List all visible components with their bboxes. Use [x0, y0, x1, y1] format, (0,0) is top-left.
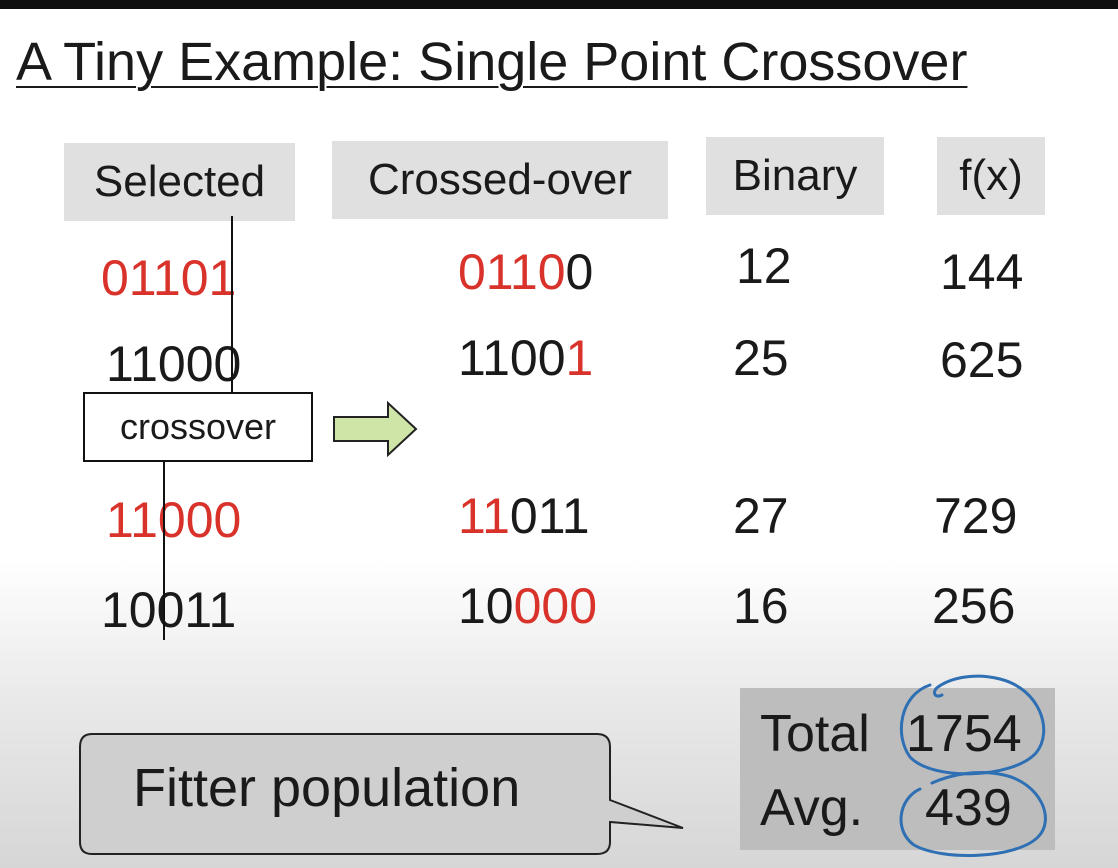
selected-parent-2: 11000	[106, 336, 242, 392]
binary-value-4: 16	[733, 578, 789, 634]
fitness-value-3: 729	[934, 488, 1018, 544]
crossover-point-line-top	[231, 216, 233, 394]
fitness-value-1: 144	[940, 244, 1024, 300]
callout-text: Fitter population	[133, 758, 521, 818]
header-crossed-over: Crossed-over	[332, 141, 668, 219]
top-bar	[0, 0, 1118, 9]
offspring-3: 11011	[458, 488, 590, 544]
header-fx: f(x)	[937, 137, 1045, 215]
header-selected: Selected	[64, 143, 295, 221]
fitness-value-2: 625	[940, 332, 1024, 388]
crossover-point-line-bottom	[163, 462, 165, 640]
slide-title: A Tiny Example: Single Point Crossover	[16, 32, 968, 92]
offspring-1: 01100	[458, 244, 594, 300]
avg-label: Avg.	[760, 779, 864, 837]
fitness-value-4: 256	[932, 578, 1016, 634]
annotation-circles	[899, 674, 1047, 857]
crossover-label-box: crossover	[83, 392, 313, 462]
header-binary: Binary	[706, 137, 884, 215]
binary-value-1: 12	[736, 238, 792, 294]
selected-parent-1: 01101	[101, 250, 237, 306]
right-arrow-icon	[333, 400, 418, 458]
selected-parent-4: 10011	[101, 582, 237, 638]
offspring-2: 11001	[458, 330, 594, 386]
offspring-4: 10000	[458, 578, 598, 634]
binary-value-2: 25	[733, 330, 789, 386]
binary-value-3: 27	[733, 488, 789, 544]
total-label: Total	[760, 705, 870, 763]
selected-parent-3: 11000	[106, 492, 242, 548]
